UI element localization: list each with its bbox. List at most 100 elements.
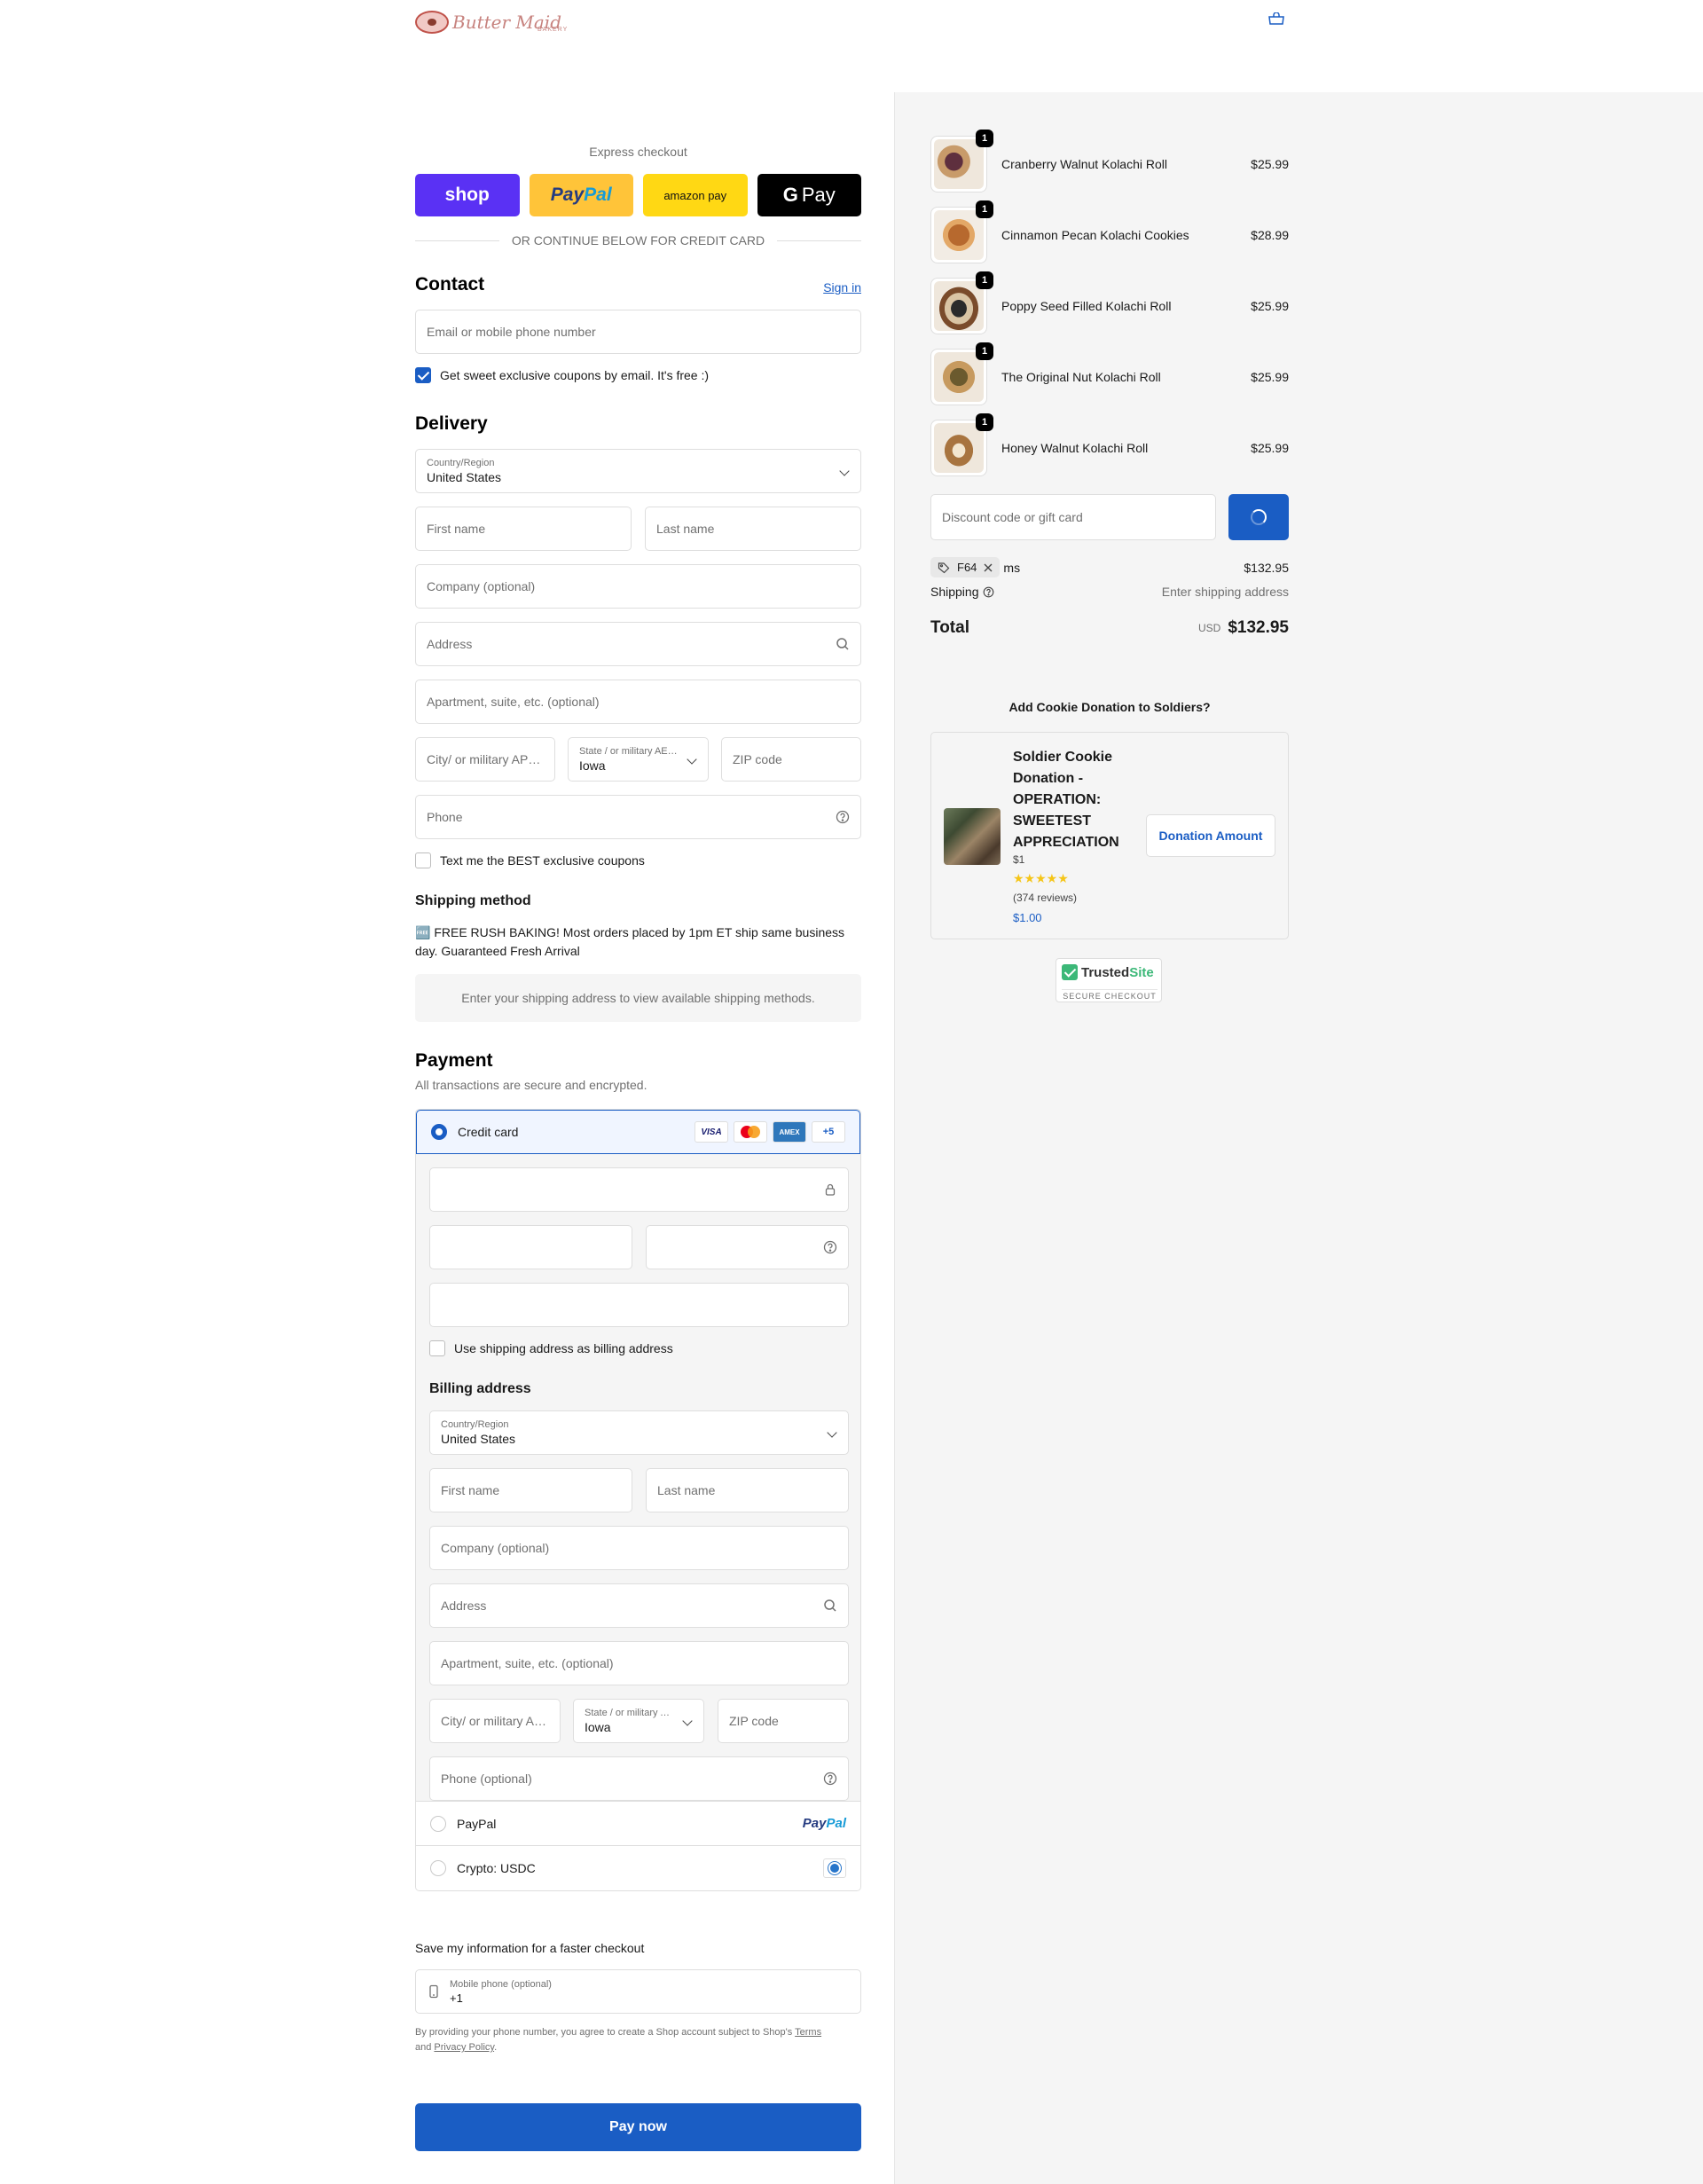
country-value: United States: [427, 470, 502, 484]
name-on-card-field[interactable]: [429, 1283, 849, 1327]
state-select[interactable]: State / or military AE/AA/AP Iowa: [568, 737, 709, 782]
security-code-field[interactable]: [646, 1225, 849, 1269]
product-name: The Original Nut Kolachi Roll: [1001, 370, 1161, 384]
secure-checkout-label: SECURE CHECKOUT: [1062, 989, 1158, 1001]
product-thumbnail: 1: [930, 130, 993, 192]
mastercard-icon: [734, 1121, 767, 1143]
billing-last-name-placeholder: Last name: [657, 1483, 716, 1497]
billing-state-select[interactable]: State / or military AE/AA/AP Iowa: [573, 1699, 704, 1743]
subtotal-row: F64 ms $132.95: [930, 557, 1289, 577]
text-coupons-option[interactable]: Text me the BEST exclusive coupons: [415, 852, 645, 868]
billing-company-field[interactable]: Company (optional): [429, 1526, 849, 1570]
product-price: $25.99: [1251, 299, 1289, 313]
crypto-option[interactable]: Crypto: USDC: [416, 1846, 860, 1890]
billing-state-value: Iowa: [585, 1720, 611, 1734]
paypal-logo: PayPal: [803, 1816, 846, 1831]
shop-pay-button[interactable]: shop: [415, 174, 520, 216]
first-name-field[interactable]: First name: [415, 507, 632, 551]
donation-amount-button[interactable]: Donation Amount: [1146, 814, 1275, 857]
billing-apartment-field[interactable]: Apartment, suite, etc. (optional): [429, 1641, 849, 1685]
billing-first-name-field[interactable]: First name: [429, 1468, 632, 1512]
google-pay-label: Pay: [801, 184, 836, 206]
help-circle-icon[interactable]: [836, 810, 850, 824]
text-coupons-checkbox[interactable]: [415, 852, 431, 868]
email-placeholder: Email or mobile phone number: [427, 325, 596, 339]
search-icon: [824, 1599, 836, 1612]
terms-link[interactable]: Terms: [795, 2027, 821, 2038]
country-select[interactable]: Country/Region United States: [415, 449, 861, 493]
privacy-policy-link[interactable]: Privacy Policy: [434, 2042, 494, 2053]
trustedsite-brand-b: Site: [1129, 964, 1154, 980]
amex-icon: AMEX: [773, 1121, 806, 1143]
express-checkout-title: Express checkout: [589, 145, 687, 159]
use-shipping-as-billing-checkbox[interactable]: [429, 1340, 445, 1356]
shipping-row: Shipping Enter shipping address: [930, 585, 1289, 599]
zip-field[interactable]: ZIP code: [721, 737, 861, 782]
apartment-field[interactable]: Apartment, suite, etc. (optional): [415, 680, 861, 724]
trustedsite-logo: TrustedSite: [1062, 964, 1154, 980]
product-price: $25.99: [1251, 441, 1289, 455]
address-field[interactable]: Address: [415, 622, 861, 666]
billing-address-title: Billing address: [429, 1381, 531, 1396]
remove-discount-icon[interactable]: [984, 563, 993, 572]
quantity-badge: 1: [976, 413, 993, 431]
chevron-down-icon: [682, 1716, 693, 1726]
shop-legal-text: By providing your phone number, you agre…: [415, 2025, 861, 2055]
paypal-button[interactable]: Pay Pal: [529, 174, 633, 216]
billing-phone-field[interactable]: Phone (optional): [429, 1756, 849, 1801]
apply-discount-button[interactable]: [1228, 494, 1289, 540]
use-shipping-as-billing-label: Use shipping address as billing address: [454, 1341, 673, 1355]
help-circle-icon[interactable]: [983, 586, 994, 598]
donation-image: [944, 808, 1001, 865]
payment-methods: Credit card VISA AMEX +5 Use shipping ad…: [415, 1109, 861, 1891]
mobile-phone-field[interactable]: Mobile phone (optional) +1: [415, 1969, 861, 2014]
rating-stars-icon: ★★★★★: [1013, 871, 1069, 885]
billing-first-name-placeholder: First name: [441, 1483, 500, 1497]
billing-address-field[interactable]: Address: [429, 1583, 849, 1628]
credit-card-radio[interactable]: [431, 1124, 447, 1140]
checkout-divider: OR CONTINUE BELOW FOR CREDIT CARD: [415, 233, 862, 247]
billing-zip-field[interactable]: ZIP code: [718, 1699, 849, 1743]
crypto-radio[interactable]: [430, 1860, 446, 1876]
help-circle-icon[interactable]: [823, 1772, 837, 1786]
discount-code-field[interactable]: Discount code or gift card: [930, 494, 1216, 540]
city-field[interactable]: City/ or military APO/FPO: [415, 737, 555, 782]
credit-card-option[interactable]: Credit card VISA AMEX +5: [416, 1110, 860, 1154]
express-checkout-buttons: shop Pay Pal amazon pay G Pay: [415, 174, 861, 216]
pay-now-button[interactable]: Pay now: [415, 2103, 861, 2151]
store-logo[interactable]: Butter Maid BAKERY: [415, 7, 575, 37]
phone-field[interactable]: Phone: [415, 795, 861, 839]
product-thumbnail: 1: [930, 271, 993, 334]
address-placeholder: Address: [427, 637, 473, 651]
state-label: State / or military AE/AA/AP: [579, 746, 678, 757]
billing-last-name-field[interactable]: Last name: [646, 1468, 849, 1512]
use-shipping-as-billing-option[interactable]: Use shipping address as billing address: [429, 1340, 673, 1356]
billing-apartment-placeholder: Apartment, suite, etc. (optional): [441, 1656, 614, 1670]
trustedsite-badge[interactable]: TrustedSite SECURE CHECKOUT: [1056, 958, 1162, 1002]
shopping-bag-icon[interactable]: [1268, 12, 1284, 25]
email-field[interactable]: Email or mobile phone number: [415, 310, 861, 354]
product-name: Honey Walnut Kolachi Roll: [1001, 441, 1149, 455]
divider-line: [415, 240, 499, 241]
billing-country-select[interactable]: Country/Region United States: [429, 1410, 849, 1455]
last-name-field[interactable]: Last name: [645, 507, 861, 551]
phone-placeholder: Phone: [427, 810, 463, 824]
paypal-radio[interactable]: [430, 1815, 446, 1832]
help-circle-icon[interactable]: [823, 1240, 837, 1254]
expiration-field[interactable]: [429, 1225, 632, 1269]
sign-in-link[interactable]: Sign in: [823, 280, 861, 295]
card-number-field[interactable]: [429, 1167, 849, 1212]
card-brands: VISA AMEX +5: [695, 1121, 845, 1143]
email-coupons-checkbox[interactable]: [415, 367, 431, 383]
amazon-pay-button[interactable]: amazon pay: [643, 174, 748, 216]
crypto-option-label: Crypto: USDC: [457, 1861, 536, 1875]
google-pay-button[interactable]: G Pay: [757, 174, 861, 216]
donation-card: Soldier Cookie Donation - OPERATION: SWE…: [930, 732, 1289, 939]
billing-city-field[interactable]: City/ or military APO/FPO: [429, 1699, 561, 1743]
divider-text: OR CONTINUE BELOW FOR CREDIT CARD: [511, 233, 765, 247]
first-name-placeholder: First name: [427, 522, 486, 536]
paypal-option[interactable]: PayPal PayPal: [416, 1802, 860, 1846]
company-field[interactable]: Company (optional): [415, 564, 861, 609]
product-thumbnail: 1: [930, 413, 993, 476]
email-coupons-option[interactable]: Get sweet exclusive coupons by email. It…: [415, 367, 709, 383]
